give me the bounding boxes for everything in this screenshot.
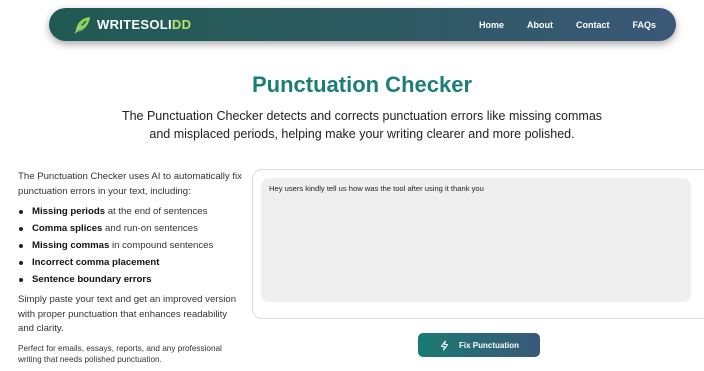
navbar: WRITESOLIDD Home About Contact FAQs [49,8,676,41]
nav-home[interactable]: Home [479,20,504,30]
feature-item: Missing commas in compound sentences [18,239,243,254]
editor-card: Hey users kindly tell us how was the too… [252,169,704,319]
page-subtitle: The Punctuation Checker detects and corr… [121,109,603,141]
feature-item: Incorrect comma placement [18,256,243,271]
info-intro: The Punctuation Checker uses AI to autom… [18,171,242,197]
feature-item: Missing periods at the end of sentences [18,205,243,220]
feature-item: Sentence boundary errors [18,273,243,288]
feature-item: Comma splices and run-on sentences [18,222,243,237]
text-input-area[interactable]: Hey users kindly tell us how was the too… [261,178,691,302]
brand-name: WRITESOLIDD [97,17,192,32]
info-note: Perfect for emails, essays, reports, and… [18,343,222,365]
nav-contact[interactable]: Contact [576,20,610,30]
nav-faqs[interactable]: FAQs [632,20,656,30]
info-panel: The Punctuation Checker uses AI to autom… [18,170,243,366]
info-outro: Simply paste your text and get an improv… [18,294,237,335]
nav-about[interactable]: About [527,20,553,30]
fix-punctuation-button[interactable]: Fix Punctuation [418,333,540,357]
leaf-logo-icon [74,16,90,33]
fix-punctuation-label: Fix Punctuation [459,340,519,350]
logo[interactable]: WRITESOLIDD [73,14,191,35]
feature-list: Missing periods at the end of sentences … [18,205,243,287]
nav-links: Home About Contact FAQs [456,8,656,41]
lightning-icon [440,339,449,351]
page-title: Punctuation Checker [251,72,473,97]
